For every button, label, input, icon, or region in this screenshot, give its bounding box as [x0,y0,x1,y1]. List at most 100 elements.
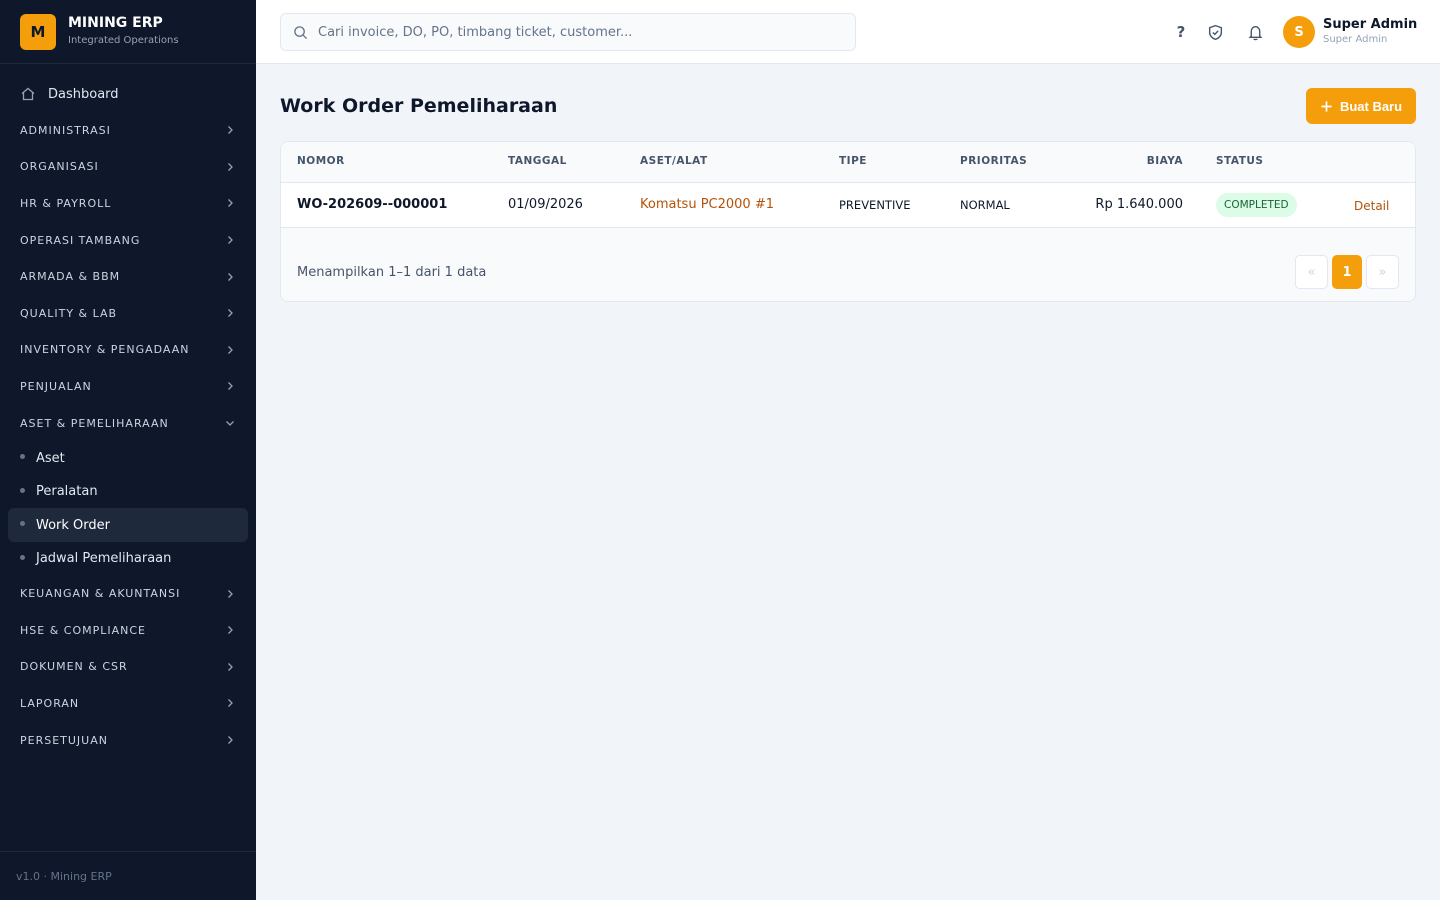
sidebar-group-inventory-pengadaan[interactable]: INVENTORY & PENGADAAN [0,332,256,369]
pagination-next-button[interactable]: » [1366,255,1399,289]
search-input[interactable] [318,24,838,40]
bell-icon [1248,25,1262,40]
chevron-right-icon [228,272,233,281]
sidebar-group-label: ASET & PEMELIHARAAN [20,416,169,430]
sidebar-group-persetujuan[interactable]: PERSETUJUAN [0,722,256,759]
sidebar-group-label: INVENTORY & PENGADAAN [20,343,190,357]
sidebar-group-label: KEUANGAN & AKUNTANSI [20,587,181,601]
sidebar-item-label: Jadwal Pemeliharaan [36,551,172,567]
search-box[interactable] [280,13,856,51]
pagination-prev-button[interactable]: « [1295,255,1328,289]
chevron-right-icon [228,345,233,354]
sidebar-item-label: Dashboard [48,86,119,102]
sidebar-group-organisasi[interactable]: ORGANISASI [0,149,256,186]
sidebar-group-label: ADMINISTRASI [20,123,111,137]
table-footer: Menampilkan 1–1 dari 1 data « 1 » [281,228,1415,301]
sidebar-item-label: Work Order [36,517,110,533]
pagination-page-1[interactable]: 1 [1332,255,1362,289]
chevron-right-icon [228,662,233,671]
sidebar-group-keuangan-akuntansi[interactable]: KEUANGAN & AKUNTANSI [0,575,256,612]
cell-tipe: PREVENTIVE [839,198,911,212]
sidebar-item-label: Peralatan [36,484,98,500]
chevron-right-icon [228,626,233,635]
security-button[interactable] [1205,22,1225,42]
column-header-status[interactable]: STATUS [1216,155,1263,167]
cell-nomor: WO-202609--000001 [297,197,448,212]
notifications-button[interactable] [1245,22,1265,42]
table-header: NOMOR TANGGAL ASET/ALAT TIPE PRIORITAS B… [281,142,1415,183]
sidebar-group-quality-lab[interactable]: QUALITY & LAB [0,295,256,332]
chevron-right-icon [228,162,233,171]
chevron-right-icon [228,699,233,708]
avatar[interactable]: S [1283,16,1315,48]
bullet-icon [20,454,25,460]
sidebar-footer: v1.0 · Mining ERP [0,851,256,900]
top-header: ? S Super Admin Super Admin [256,0,1440,64]
cell-tanggal: 01/09/2026 [508,197,583,212]
cell-prioritas: NORMAL [960,198,1010,212]
table-row[interactable]: WO-202609--000001 01/09/2026 Komatsu PC2… [281,183,1415,228]
sidebar-group-label: LAPORAN [20,696,80,710]
user-menu[interactable]: Super Admin Super Admin [1323,17,1417,47]
sidebar-group-operasi-tambang[interactable]: OPERASI TAMBANG [0,222,256,259]
sidebar-group-label: QUALITY & LAB [20,306,118,320]
page-title: Work Order Pemeliharaan [280,95,558,117]
sidebar-item-dashboard[interactable]: Dashboard [0,76,256,112]
chevron-right-icon [228,126,233,135]
chevron-right-icon [228,236,233,245]
sidebar-group-penjualan[interactable]: PENJUALAN [0,368,256,405]
pagination-summary: Menampilkan 1–1 dari 1 data [297,265,487,280]
create-new-button[interactable]: Buat Baru [1306,88,1416,124]
detail-link[interactable]: Detail [1354,199,1389,213]
sidebar-group-label: PENJUALAN [20,379,92,393]
cell-biaya: Rp 1.640.000 [1095,197,1183,212]
user-name: Super Admin [1323,17,1418,32]
help-button[interactable]: ? [1171,22,1191,42]
sidebar-group-armada-bbm[interactable]: ARMADA & BBM [0,258,256,295]
sidebar-item-jadwal-pemeliharaan[interactable]: Jadwal Pemeliharaan [8,542,248,576]
sidebar-item-aset[interactable]: Aset [8,441,248,475]
column-header-nomor[interactable]: NOMOR [297,155,345,167]
sidebar-item-peralatan[interactable]: Peralatan [8,475,248,509]
user-role: Super Admin [1323,34,1388,45]
sidebar-group-label: PERSETUJUAN [20,733,108,747]
brand-subtitle: Integrated Operations [68,35,179,46]
cell-aset-link[interactable]: Komatsu PC2000 #1 [640,197,774,212]
bullet-icon [20,521,25,527]
column-header-tipe[interactable]: TIPE [839,155,867,167]
sidebar-group-administrasi[interactable]: ADMINISTRASI [0,112,256,149]
sidebar-item-label: Aset [36,450,65,466]
sidebar-group-label: HSE & COMPLIANCE [20,623,146,637]
brand-name: MINING ERP [68,15,163,31]
shield-check-icon [1208,24,1222,40]
sidebar-nav: Dashboard ADMINISTRASI ORGANISASI HR & PAY… [0,76,256,758]
sidebar-group-label: OPERASI TAMBANG [20,233,141,247]
column-header-biaya[interactable]: BIAYA [1147,155,1183,167]
chevron-down-icon [226,421,234,426]
sidebar-group-label: ARMADA & BBM [20,270,121,284]
column-header-tanggal[interactable]: TANGGAL [508,155,567,167]
brand-logo: M [20,13,56,50]
help-icon: ? [1176,23,1186,41]
sidebar-group-label: ORGANISASI [20,160,99,174]
chevron-right-icon [228,382,233,391]
sidebar-group-laporan[interactable]: LAPORAN [0,685,256,722]
sidebar-group-hr-payroll[interactable]: HR & PAYROLL [0,185,256,222]
brand-text: MINING ERP Integrated Operations [68,15,179,48]
plus-icon [1321,100,1332,112]
column-header-aset[interactable]: ASET/ALAT [640,155,708,167]
brand[interactable]: M MINING ERP Integrated Operations [0,0,256,64]
status-badge: COMPLETED [1216,193,1297,217]
home-icon [21,87,35,101]
create-new-label: Buat Baru [1339,98,1403,114]
sidebar: M MINING ERP Integrated Operations Dashb… [0,0,256,900]
sidebar-group-dokumen-csr[interactable]: DOKUMEN & CSR [0,649,256,686]
bullet-icon [20,554,25,560]
search-icon [294,25,308,39]
column-header-prioritas[interactable]: PRIORITAS [960,155,1027,167]
sidebar-group-aset-pemeliharaan[interactable]: ASET & PEMELIHARAAN [0,405,256,442]
chevron-right-icon [228,589,233,598]
sidebar-item-work-order[interactable]: Work Order [8,508,248,542]
sidebar-group-hse-compliance[interactable]: HSE & COMPLIANCE [0,612,256,649]
chevron-right-icon [228,309,233,318]
